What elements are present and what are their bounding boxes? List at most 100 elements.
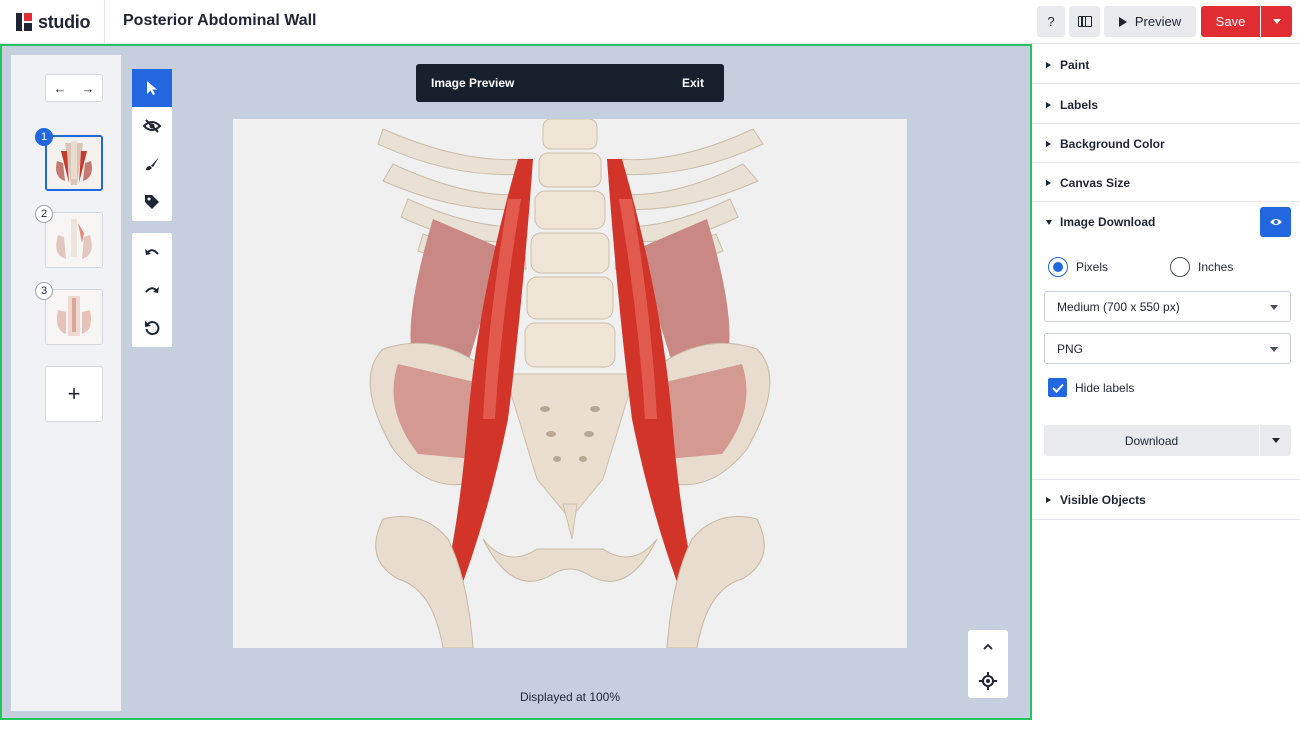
help-button[interactable]: ?: [1037, 6, 1065, 37]
section-paint[interactable]: Paint: [1032, 44, 1300, 84]
hide-labels-checkbox[interactable]: Hide labels: [1048, 378, 1134, 397]
select-tool-button[interactable]: [132, 69, 172, 107]
chevron-down-icon: [1270, 347, 1278, 352]
logo-icon: [16, 13, 32, 31]
eye-off-icon: [143, 119, 161, 133]
tag-icon: [145, 195, 159, 209]
section-title: Paint: [1060, 58, 1090, 72]
section-header[interactable]: Background Color: [1046, 137, 1165, 151]
slide-thumbnail-image: [46, 213, 102, 267]
slide-thumbnail[interactable]: [45, 135, 103, 191]
radio-label: Pixels: [1076, 260, 1109, 274]
chevron-down-icon: [1271, 438, 1280, 443]
preview-button[interactable]: Preview: [1104, 6, 1196, 37]
save-options-button[interactable]: [1261, 6, 1292, 37]
redo-icon: [145, 287, 159, 293]
caret-right-icon: [1046, 102, 1051, 108]
slide-thumbnail[interactable]: [45, 289, 103, 345]
arrow-right-icon[interactable]: →: [82, 81, 95, 96]
chevron-down-icon: [1270, 305, 1278, 310]
hide-tool-button[interactable]: [132, 107, 172, 145]
exit-preview-button[interactable]: Exit: [682, 76, 704, 90]
document-title[interactable]: Posterior Abdominal Wall: [123, 12, 317, 30]
history-palette: [132, 233, 172, 347]
anatomy-model-image: [233, 119, 907, 648]
slide-number-badge: 1: [35, 128, 53, 146]
checkbox-label: Hide labels: [1075, 380, 1135, 395]
divider: [104, 0, 105, 44]
section-visible-objects[interactable]: Visible Objects: [1032, 480, 1300, 520]
section-canvas-size[interactable]: Canvas Size: [1032, 163, 1300, 202]
undo-icon: [145, 249, 159, 255]
radio-label: Inches: [1198, 260, 1234, 274]
select-value: PNG: [1057, 342, 1084, 356]
section-title: Background Color: [1060, 137, 1165, 151]
slide-thumbnail[interactable]: [45, 212, 103, 268]
select-value: Medium (700 x 550 px): [1057, 300, 1180, 314]
checkmark-icon: [1048, 378, 1067, 397]
slide-nav: ← →: [45, 74, 103, 102]
slide-thumbnail-image: [47, 137, 101, 189]
preview-label: Preview: [1134, 14, 1182, 29]
chevron-down-icon: [1272, 19, 1281, 24]
slides-panel: ← → 1 2 3 +: [11, 55, 121, 711]
brand-name: studio: [38, 11, 91, 32]
section-header[interactable]: Image Download: [1046, 215, 1155, 229]
eye-icon: [1269, 219, 1282, 225]
properties-panel: Paint Labels Background Color Canvas Siz…: [1032, 44, 1300, 720]
view-controls: [968, 630, 1008, 698]
section-header[interactable]: Canvas Size: [1046, 176, 1130, 190]
section-title: Image Download: [1060, 215, 1156, 229]
save-button[interactable]: Save: [1201, 6, 1260, 37]
unit-pixels-radio[interactable]: Pixels: [1048, 257, 1108, 277]
unit-inches-radio[interactable]: Inches: [1170, 257, 1233, 277]
brand-logo[interactable]: studio: [16, 10, 91, 34]
section-labels[interactable]: Labels: [1032, 84, 1300, 124]
caret-down-icon: [1046, 219, 1052, 225]
slide-number-badge: 2: [35, 205, 53, 223]
section-title: Canvas Size: [1060, 176, 1131, 190]
columns-icon: [1077, 16, 1092, 27]
layout-toggle-button[interactable]: [1069, 6, 1100, 37]
redo-button[interactable]: [132, 271, 172, 309]
preview-canvas[interactable]: [233, 119, 907, 648]
radio-empty-icon: [1170, 257, 1190, 277]
image-size-select[interactable]: Medium (700 x 550 px): [1044, 291, 1291, 322]
crosshair-icon: [979, 672, 997, 690]
download-button[interactable]: Download: [1044, 425, 1259, 456]
brush-icon: [146, 157, 159, 171]
caret-right-icon: [1046, 62, 1051, 68]
label-tool-button[interactable]: [132, 183, 172, 221]
download-label: Download: [1124, 433, 1179, 448]
cursor-icon: [147, 81, 157, 95]
section-header[interactable]: Visible Objects: [1046, 493, 1146, 507]
paint-tool-button[interactable]: [132, 145, 172, 183]
recenter-button[interactable]: [968, 664, 1008, 698]
slide-number-badge: 3: [35, 282, 53, 300]
arrow-left-icon[interactable]: ←: [54, 81, 67, 96]
preview-banner-label: Image Preview: [431, 76, 515, 90]
download-options-button[interactable]: [1260, 425, 1291, 456]
section-header[interactable]: Labels: [1046, 98, 1098, 112]
section-background-color[interactable]: Background Color: [1032, 124, 1300, 163]
chevron-up-icon: [983, 643, 993, 650]
caret-right-icon: [1046, 497, 1051, 503]
play-icon: [1118, 16, 1127, 27]
toggle-preview-button[interactable]: [1260, 207, 1291, 237]
plus-icon: +: [67, 381, 81, 406]
help-label: ?: [1047, 14, 1055, 29]
collapse-button[interactable]: [968, 630, 1008, 664]
top-bar: studio Posterior Abdominal Wall ? Previe…: [0, 0, 1300, 44]
save-label: Save: [1215, 14, 1246, 29]
reset-icon: [145, 321, 160, 336]
undo-button[interactable]: [132, 233, 172, 271]
section-title: Visible Objects: [1060, 493, 1146, 507]
section-header[interactable]: Paint: [1046, 58, 1089, 72]
workspace: ← → 1 2 3 + Image Preview Exit Displayed…: [0, 44, 1032, 720]
radio-selected-icon: [1048, 257, 1068, 277]
image-preview-banner: Image Preview Exit: [416, 64, 724, 102]
caret-right-icon: [1046, 180, 1051, 186]
reset-button[interactable]: [132, 309, 172, 347]
image-format-select[interactable]: PNG: [1044, 333, 1291, 364]
add-slide-button[interactable]: +: [45, 366, 103, 422]
